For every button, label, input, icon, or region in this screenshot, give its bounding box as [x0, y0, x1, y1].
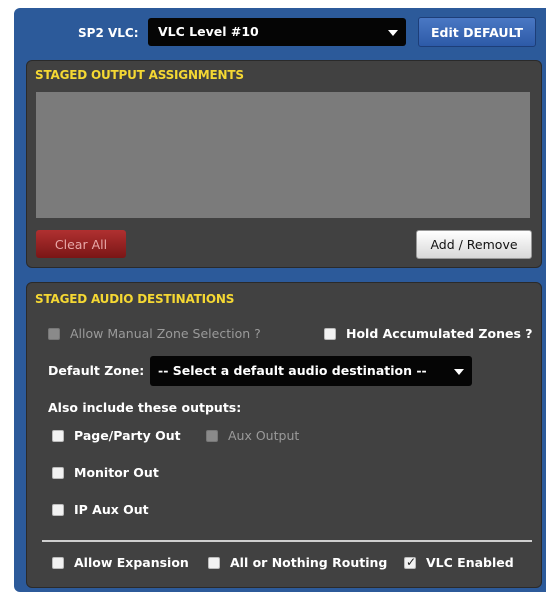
- allow-manual-zone-label: Allow Manual Zone Selection ?: [70, 326, 261, 341]
- vlc-label: SP2 VLC:: [78, 26, 139, 40]
- checkbox-box: [52, 556, 64, 569]
- checkbox-box: [324, 327, 336, 340]
- monitor-out-checkbox[interactable]: Monitor Out: [52, 465, 159, 480]
- edit-default-button[interactable]: Edit DEFAULT: [418, 17, 536, 47]
- staged-output-title: STAGED OUTPUT ASSIGNMENTS: [35, 68, 244, 82]
- ip-aux-out-checkbox[interactable]: IP Aux Out: [52, 502, 149, 517]
- default-zone-select[interactable]: -- Select a default audio destination --: [150, 356, 472, 386]
- clear-all-button[interactable]: Clear All: [36, 230, 126, 258]
- hold-accumulated-zones-checkbox[interactable]: Hold Accumulated Zones ?: [324, 326, 533, 341]
- page-party-out-label: Page/Party Out: [74, 428, 181, 443]
- aux-output-label: Aux Output: [228, 428, 300, 443]
- default-zone-value: -- Select a default audio destination --: [158, 363, 427, 378]
- allow-manual-zone-checkbox[interactable]: Allow Manual Zone Selection ?: [48, 326, 261, 341]
- vlc-level-value: VLC Level #10: [158, 24, 259, 39]
- also-include-label: Also include these outputs:: [48, 400, 242, 415]
- vlc-enabled-label: VLC Enabled: [426, 555, 514, 570]
- staged-audio-title: STAGED AUDIO DESTINATIONS: [35, 292, 235, 306]
- vlc-enabled-checkbox[interactable]: ✓ VLC Enabled: [404, 555, 514, 570]
- chevron-down-icon: [454, 369, 464, 375]
- all-or-nothing-routing-label: All or Nothing Routing: [230, 555, 388, 570]
- checkbox-box: [52, 466, 64, 479]
- monitor-out-label: Monitor Out: [74, 465, 159, 480]
- all-or-nothing-routing-checkbox[interactable]: All or Nothing Routing: [208, 555, 387, 570]
- chevron-down-icon: [388, 30, 398, 36]
- checkbox-box: [208, 556, 220, 569]
- divider: [42, 540, 532, 542]
- allow-expansion-label: Allow Expansion: [74, 555, 189, 570]
- staged-output-list[interactable]: [36, 92, 530, 218]
- allow-expansion-checkbox[interactable]: Allow Expansion: [52, 555, 189, 570]
- checkbox-box: [48, 327, 60, 340]
- hold-accumulated-zones-label: Hold Accumulated Zones ?: [346, 326, 533, 341]
- aux-output-checkbox[interactable]: Aux Output: [206, 428, 299, 443]
- checkbox-box: [52, 503, 64, 516]
- add-remove-button[interactable]: Add / Remove: [416, 230, 532, 259]
- checkbox-box: ✓: [404, 554, 417, 569]
- default-zone-label: Default Zone:: [48, 363, 145, 378]
- vlc-level-select[interactable]: VLC Level #10: [148, 18, 406, 46]
- checkbox-box: [52, 429, 64, 442]
- page-party-out-checkbox[interactable]: Page/Party Out: [52, 428, 181, 443]
- ip-aux-out-label: IP Aux Out: [74, 502, 149, 517]
- checkbox-box: [206, 429, 218, 442]
- checkmark-icon: ✓: [406, 554, 417, 569]
